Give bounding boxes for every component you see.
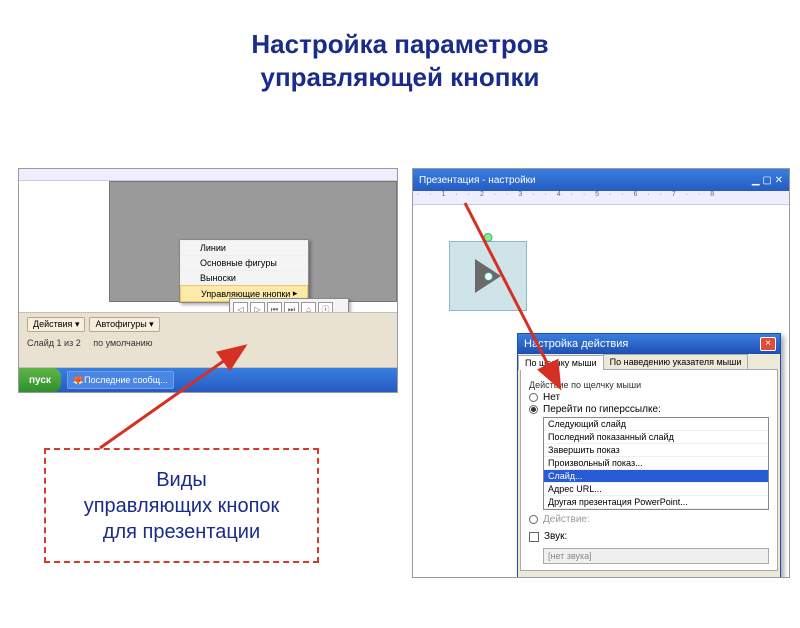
autoshapes-dropdown[interactable]: Автофигуры ▾ bbox=[89, 317, 159, 332]
hyperlink-combo[interactable]: Следующий слайд Последний показанный сла… bbox=[543, 417, 769, 510]
radio-none[interactable]: Нет bbox=[529, 392, 769, 403]
combo-option[interactable]: Завершить показ bbox=[544, 444, 768, 457]
slide-status: Слайд 1 из 2 bbox=[27, 338, 81, 348]
combo-option[interactable]: Адрес URL... bbox=[544, 483, 768, 496]
play-icon bbox=[475, 259, 501, 293]
ruler: · · 1 · · 2 · · 3 · · 4 · · 5 · · 6 · · … bbox=[413, 191, 789, 205]
screenshot-right: Презентация - настройки ▁ ▢ ✕ · · 1 · · … bbox=[412, 168, 790, 578]
sound-field: [нет звука] bbox=[543, 548, 769, 564]
combo-option[interactable]: Другая презентация PowerPoint... bbox=[544, 496, 768, 509]
radio-action[interactable]: Действие: bbox=[529, 514, 769, 525]
menu-item-callouts[interactable]: Выноски bbox=[180, 270, 308, 285]
screenshot-left: Линии Основные фигуры Выноски Управляющи… bbox=[18, 168, 398, 393]
window-controls[interactable]: ▁ ▢ ✕ bbox=[752, 175, 783, 186]
default-label: по умолчанию bbox=[93, 338, 152, 348]
combo-option-selected[interactable]: Слайд... bbox=[544, 470, 768, 483]
combo-option[interactable]: Последний показанный слайд bbox=[544, 431, 768, 444]
checkbox-sound[interactable]: Звук: bbox=[529, 531, 769, 542]
menu-item-basic-shapes[interactable]: Основные фигуры bbox=[180, 255, 308, 270]
tab-on-click[interactable]: По щелчку мыши bbox=[518, 355, 604, 370]
close-button[interactable]: × bbox=[760, 337, 776, 351]
window-titlebar: Презентация - настройки ▁ ▢ ✕ bbox=[413, 169, 789, 191]
autoshapes-menu: Линии Основные фигуры Выноски Управляющи… bbox=[179, 239, 309, 303]
actions-dropdown[interactable]: Действия ▾ bbox=[27, 317, 85, 332]
taskbar-item[interactable]: 🦊 Последние сообщ... bbox=[67, 371, 174, 389]
ruler bbox=[19, 169, 397, 181]
combo-option[interactable]: Произвольный показ... bbox=[544, 457, 768, 470]
start-button[interactable]: пуск bbox=[19, 368, 61, 392]
slide-title: Настройка параметров управляющей кнопки bbox=[0, 28, 800, 93]
windows-taskbar: пуск 🦊 Последние сообщ... bbox=[19, 368, 397, 392]
caption-text: Виды управляющих кнопок для презентации bbox=[84, 467, 280, 545]
dialog-titlebar: Настройка действия × bbox=[518, 334, 780, 354]
tab-on-hover[interactable]: По наведению указателя мыши bbox=[603, 354, 749, 369]
action-settings-dialog: Настройка действия × По щелчку мыши По н… bbox=[517, 333, 781, 578]
drawing-toolbar: Действия ▾ Автофигуры ▾ Слайд 1 из 2 по … bbox=[19, 312, 397, 368]
group-label: Действие по щелчку мыши bbox=[529, 380, 769, 390]
caption-box: Виды управляющих кнопок для презентации bbox=[44, 448, 319, 563]
action-button-shape[interactable] bbox=[449, 241, 527, 311]
menu-item-lines[interactable]: Линии bbox=[180, 240, 308, 255]
combo-option[interactable]: Следующий слайд bbox=[544, 418, 768, 431]
radio-hyperlink[interactable]: Перейти по гиперссылке: bbox=[529, 404, 769, 415]
